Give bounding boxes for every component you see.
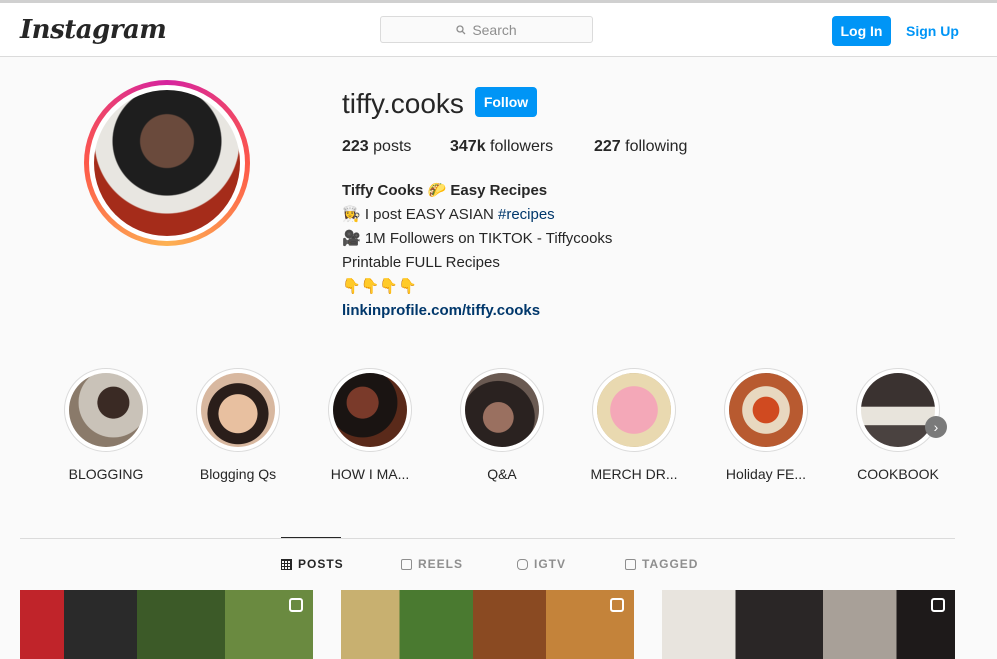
stat-posts-count: 223 xyxy=(342,138,369,155)
search-placeholder: Search xyxy=(472,21,517,38)
highlight-label: Holiday FE... xyxy=(725,466,807,482)
tab-tagged[interactable]: TAGGED xyxy=(625,557,698,571)
highlight-label: COOKBOOK xyxy=(857,466,939,482)
stat-followers-label: followers xyxy=(490,138,554,155)
tagged-icon xyxy=(625,558,636,570)
bio-name: Tiffy Cooks 🌮 Easy Recipes xyxy=(342,182,548,199)
highlight-cover xyxy=(333,373,407,447)
highlight-cover xyxy=(465,373,539,447)
highlight-ring xyxy=(328,368,412,452)
tab-igtv[interactable]: IGTV xyxy=(517,557,566,571)
highlight-cover xyxy=(729,373,803,447)
tab-label: TAGGED xyxy=(642,557,699,571)
stat-posts: 223 posts xyxy=(342,138,411,156)
chevron-right-icon[interactable]: › xyxy=(925,416,947,438)
avatar-border xyxy=(89,85,245,241)
post-thumbnail[interactable] xyxy=(341,590,634,659)
highlight-cover xyxy=(201,373,275,447)
stat-followers[interactable]: 347k followers xyxy=(450,138,553,156)
carousel-icon xyxy=(931,598,945,612)
reels-icon xyxy=(401,558,412,570)
highlight-ring xyxy=(460,368,544,452)
highlight-label: Q&A xyxy=(487,466,517,482)
search-input[interactable]: Search xyxy=(380,16,593,43)
bio-line-1-text: 👩‍🍳 I post EASY ASIAN xyxy=(342,206,498,223)
highlight-label: MERCH DR... xyxy=(590,466,678,482)
highlight-blogging-qs[interactable]: Blogging Qs xyxy=(173,368,303,482)
tab-reels[interactable]: REELS xyxy=(401,557,463,571)
tabs-divider xyxy=(20,538,955,539)
bio-line-4: 👇👇👇👇 xyxy=(342,278,417,295)
signup-link[interactable]: Sign Up xyxy=(906,23,959,39)
highlight-cover xyxy=(861,373,935,447)
profile-avatar[interactable] xyxy=(84,80,250,246)
highlight-label: HOW I MA... xyxy=(330,466,410,482)
highlight-merch-dr[interactable]: MERCH DR... xyxy=(569,368,699,482)
stat-posts-label: posts xyxy=(373,138,412,155)
profile-bio: Tiffy Cooks 🌮 Easy Recipes 👩‍🍳 I post EA… xyxy=(342,179,612,323)
tab-label: IGTV xyxy=(534,557,567,571)
highlight-ring xyxy=(856,368,940,452)
profile-username: tiffy.cooks xyxy=(342,88,464,119)
stat-following[interactable]: 227 following xyxy=(594,138,687,156)
post-thumbnail[interactable] xyxy=(20,590,313,659)
search-icon xyxy=(456,24,466,34)
active-tab-indicator xyxy=(281,537,341,538)
highlight-cover xyxy=(597,373,671,447)
grid-icon xyxy=(281,558,292,570)
instagram-logo[interactable]: Instagram xyxy=(20,15,167,45)
carousel-icon xyxy=(289,598,303,612)
stat-following-label: following xyxy=(625,138,688,155)
bio-line-2: 🎥 1M Followers on TIKTOK - Tiffycooks xyxy=(342,230,613,247)
avatar-image xyxy=(94,90,240,236)
highlight-ring xyxy=(64,368,148,452)
highlight-qa[interactable]: Q&A xyxy=(437,368,567,482)
stat-following-count: 227 xyxy=(594,138,621,155)
bio-external-link[interactable]: linkinprofile.com/tiffy.cooks xyxy=(342,299,612,323)
tab-label: POSTS xyxy=(298,557,344,571)
post-thumbnail[interactable] xyxy=(662,590,955,659)
stat-followers-count: 347k xyxy=(450,138,486,155)
bio-line-1: 👩‍🍳 I post EASY ASIAN #recipes xyxy=(342,203,612,227)
highlight-how-i-ma[interactable]: HOW I MA... xyxy=(305,368,435,482)
highlight-ring xyxy=(196,368,280,452)
story-highlights: BLOGGING Blogging Qs HOW I MA... Q&A MER… xyxy=(0,368,997,498)
bio-line-3: Printable FULL Recipes xyxy=(342,254,500,271)
highlight-ring xyxy=(724,368,808,452)
highlight-cover xyxy=(69,373,143,447)
follow-button[interactable]: Follow xyxy=(475,87,537,117)
bio-hashtag-link[interactable]: #recipes xyxy=(498,206,555,223)
igtv-icon xyxy=(517,558,528,570)
highlight-label: BLOGGING xyxy=(68,466,144,482)
video-icon xyxy=(610,598,624,612)
highlight-holiday-fe[interactable]: Holiday FE... xyxy=(701,368,831,482)
tab-posts[interactable]: POSTS xyxy=(281,557,344,571)
login-button[interactable]: Log In xyxy=(832,16,891,46)
highlight-label: Blogging Qs xyxy=(199,466,277,482)
top-navigation-bar: Instagram Search Log In Sign Up xyxy=(0,0,997,57)
highlight-ring xyxy=(592,368,676,452)
highlight-blogging[interactable]: BLOGGING xyxy=(41,368,171,482)
tab-label: REELS xyxy=(418,557,464,571)
